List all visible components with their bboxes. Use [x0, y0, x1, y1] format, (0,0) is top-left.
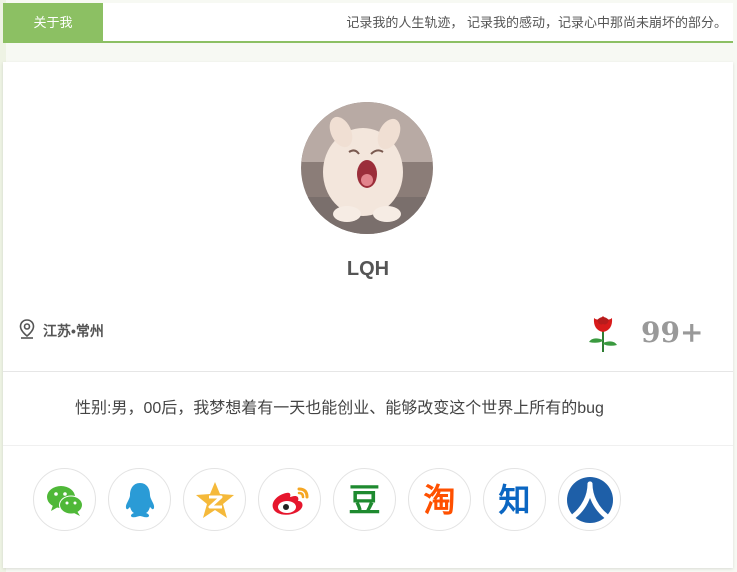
qzone-icon [195, 481, 235, 519]
bio-text: 性别:男，00后，我梦想着有一天也能创业、能够改变这个世界上所有的bug [75, 400, 604, 417]
tab-about-me[interactable]: 关于我 [3, 3, 103, 43]
profile-name: LQH [346, 258, 390, 280]
like-count: 99+ [641, 316, 704, 349]
zhihu-button[interactable]: 知 [483, 468, 546, 531]
taobao-button[interactable]: 淘 [408, 468, 471, 531]
motto-text: 记录我的人生轨迹， 记录我的感动，记录心中那尚未崩坏的部分。 [346, 15, 727, 30]
top-bar: 关于我 记录我的人生轨迹， 记录我的感动，记录心中那尚未崩坏的部分。 [3, 3, 733, 43]
wechat-icon [45, 483, 85, 517]
divider [3, 445, 733, 446]
weibo-icon [269, 483, 311, 517]
avatar [301, 102, 433, 234]
rose-icon[interactable] [583, 310, 623, 354]
divider [3, 371, 733, 372]
wechat-button[interactable] [33, 468, 96, 531]
qzone-button[interactable] [183, 468, 246, 531]
weibo-button[interactable] [258, 468, 321, 531]
douban-icon: 豆 [348, 481, 381, 518]
location-pin-icon [19, 318, 35, 344]
location-text: 江苏•常州 [43, 323, 104, 339]
social-links: 豆 淘 知 [33, 468, 633, 531]
renren-icon [566, 476, 614, 524]
zhihu-icon: 知 [498, 481, 531, 518]
location: 江苏•常州 [19, 318, 104, 344]
profile-card: LQH 江苏•常州 99+ 性别:男，00后，我梦想着有一天也能创业、能够改变这… [3, 62, 733, 568]
renren-button[interactable] [558, 468, 621, 531]
qq-icon [123, 481, 157, 519]
taobao-icon: 淘 [423, 481, 456, 518]
qq-button[interactable] [108, 468, 171, 531]
douban-button[interactable]: 豆 [333, 468, 396, 531]
